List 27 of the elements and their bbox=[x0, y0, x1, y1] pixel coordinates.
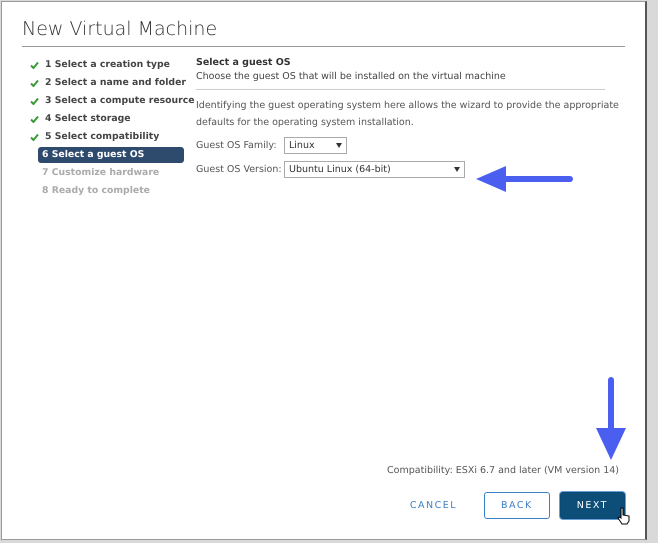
dropdown-select[interactable]: Ubuntu Linux (64-bit) bbox=[284, 161, 465, 178]
arrow-icon bbox=[474, 164, 576, 194]
wizard-step[interactable]: 5 Select compatibility bbox=[26, 129, 164, 145]
checkmark-icon bbox=[30, 79, 39, 87]
pointer-cursor-icon bbox=[617, 507, 631, 525]
section-subheading: Choose the guest OS that will be installed on the virtual machine bbox=[196, 71, 605, 90]
caret-icon bbox=[454, 167, 460, 172]
field-label: Guest OS Family: bbox=[196, 140, 278, 151]
window-title: New Virtual Machine bbox=[22, 18, 625, 47]
compatibility-text: Compatibility: ESXi 6.7 and later (VM version 14) bbox=[387, 465, 619, 476]
checkmark-icon bbox=[30, 115, 39, 123]
wizard-step[interactable]: 1 Select a creation type bbox=[26, 57, 174, 73]
wizard-step[interactable]: 3 Select a compute resource bbox=[26, 93, 199, 109]
description-text: Identifying the guest operating system here allows the wizard to provide the appropriate defaults for the operating system installation. bbox=[196, 99, 620, 130]
checkmark-icon bbox=[30, 133, 39, 141]
back-button[interactable]: BACK bbox=[484, 492, 550, 519]
checkmark-icon bbox=[30, 97, 39, 105]
arrow-icon bbox=[595, 376, 627, 462]
next-button[interactable]: NEXT bbox=[560, 492, 625, 519]
wizard-step[interactable]: 2 Select a name and folder bbox=[26, 75, 190, 91]
wizard-step[interactable]: 6 Select a guest OS bbox=[38, 147, 184, 163]
wizard-step[interactable]: 4 Select storage bbox=[26, 111, 135, 127]
caret-icon bbox=[336, 143, 342, 148]
section-heading: Select a guest OS bbox=[196, 57, 292, 68]
dropdown-select[interactable]: Linux bbox=[284, 137, 347, 154]
checkmark-icon bbox=[30, 61, 39, 69]
field-label: Guest OS Version: bbox=[196, 164, 283, 175]
